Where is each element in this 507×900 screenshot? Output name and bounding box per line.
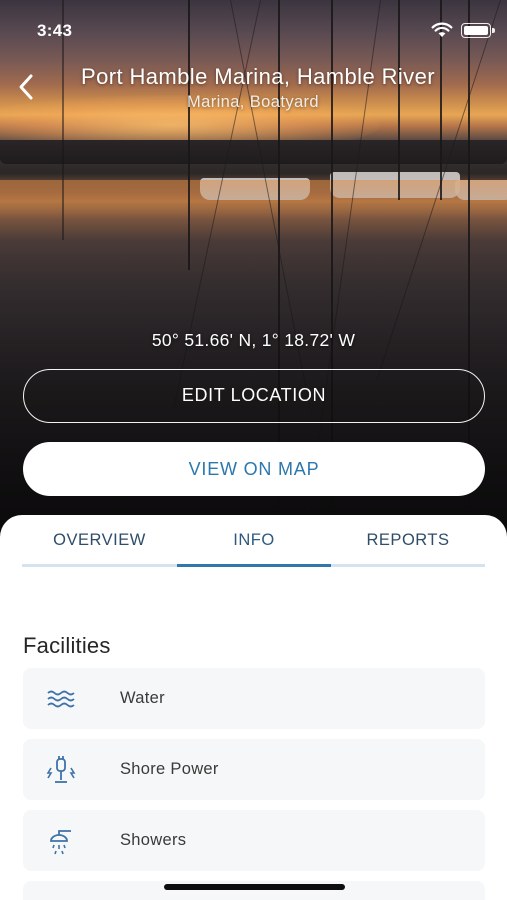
shower-icon (45, 825, 77, 857)
tab-bar: OVERVIEW INFO REPORTS (22, 515, 485, 568)
facility-item-shore-power[interactable]: Shore Power (23, 739, 485, 800)
edit-location-button[interactable]: EDIT LOCATION (23, 369, 485, 423)
page-title: Port Hamble Marina, Hamble River (81, 64, 435, 89)
facility-label: Shore Power (120, 760, 219, 778)
wifi-icon (431, 22, 453, 43)
status-time: 3:43 (37, 21, 73, 40)
tab-reports[interactable]: REPORTS (331, 515, 485, 568)
shoreline (0, 140, 507, 164)
tab-info[interactable]: INFO (177, 515, 331, 568)
details-sheet: OVERVIEW INFO REPORTS Facilities Water S… (0, 515, 507, 900)
page-subtitle: Marina, Boatyard (186, 93, 320, 111)
active-tab-indicator (177, 564, 331, 567)
facility-label: Water (120, 689, 165, 707)
chevron-left-icon (19, 74, 33, 100)
status-bar: 3:43 (0, 0, 507, 56)
water-icon (45, 683, 77, 715)
facility-item-water[interactable]: Water (23, 668, 485, 729)
view-on-map-button[interactable]: VIEW ON MAP (23, 442, 485, 496)
shore-power-icon (45, 754, 77, 786)
facility-item-showers[interactable]: Showers (23, 810, 485, 871)
battery-icon (461, 23, 495, 38)
tab-overview[interactable]: OVERVIEW (22, 515, 177, 568)
facilities-heading: Facilities (23, 633, 111, 658)
home-indicator[interactable] (164, 884, 345, 890)
location-coordinates: 50° 51.66' N, 1° 18.72' W (151, 330, 356, 350)
facility-label: Showers (120, 831, 187, 849)
back-button[interactable] (14, 70, 40, 104)
